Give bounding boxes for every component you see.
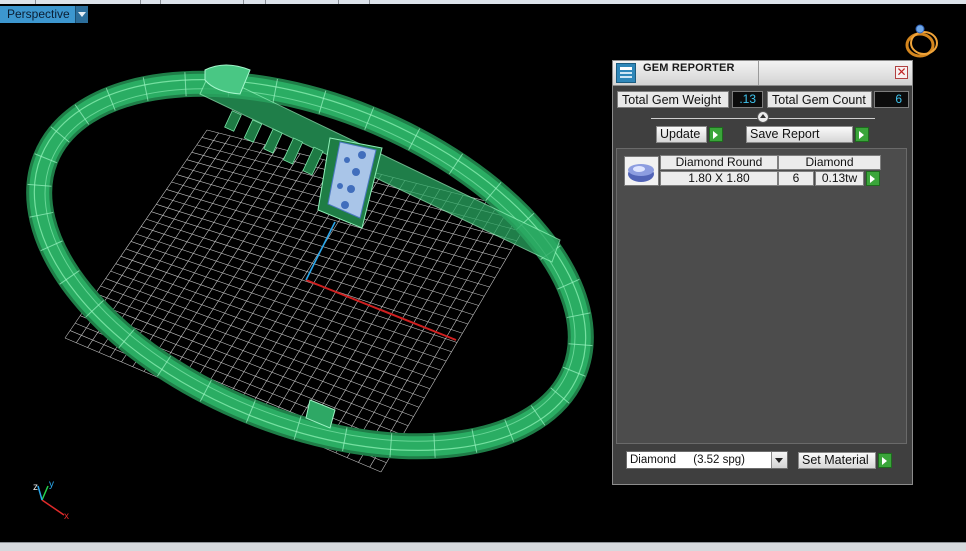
total-gem-weight-label: Total Gem Weight	[617, 91, 729, 108]
material-select-spg: (3.52 spg)	[693, 454, 746, 466]
viewport-label[interactable]: Perspective	[0, 6, 76, 23]
set-material-button[interactable]: Set Material	[798, 452, 876, 469]
close-icon[interactable]: ✕	[895, 66, 908, 79]
gem-reporter-logo-icon	[616, 63, 636, 83]
gem-shape-cell: Diamond Round	[660, 155, 778, 170]
z-axis-line	[305, 221, 336, 281]
gem-size-cell: 1.80 X 1.80	[660, 171, 778, 186]
total-gem-weight-value: .13	[732, 91, 763, 108]
gem-weight-cell: 0.13tw	[815, 171, 864, 186]
save-report-button[interactable]: Save Report	[746, 126, 853, 143]
axis-triad: x y z	[33, 479, 69, 522]
panel-titlebar[interactable]: GEM REPORTER ✕	[613, 61, 912, 86]
material-select-value: Diamond	[630, 454, 677, 466]
ring-icon[interactable]	[900, 20, 942, 62]
panel-title: GEM REPORTER	[643, 62, 735, 74]
gem-list: Diamond Round Diamond 1.80 X 1.80 6 0.13…	[616, 148, 907, 444]
chevron-down-icon[interactable]	[771, 452, 787, 468]
x-axis-label: x	[64, 511, 69, 522]
gem-material-cell: Diamond	[778, 155, 881, 170]
update-button[interactable]: Update	[656, 126, 707, 143]
panel-collapse-chevron-up-icon[interactable]	[757, 111, 769, 123]
material-select[interactable]: Diamond (3.52 spg)	[626, 451, 788, 469]
set-material-go-arrow-icon[interactable]	[878, 453, 892, 468]
title-divider	[758, 61, 759, 85]
total-gem-count-value: 6	[874, 91, 909, 108]
gem-row-go-arrow-icon[interactable]	[866, 171, 880, 186]
save-report-go-arrow-icon[interactable]	[855, 127, 869, 142]
y-axis-label: y	[49, 479, 54, 490]
viewport-menu-chevron-icon[interactable]	[75, 6, 88, 23]
update-go-arrow-icon[interactable]	[709, 127, 723, 142]
gem-reporter-panel: GEM REPORTER ✕ Total Gem Weight .13 Tota…	[612, 60, 913, 485]
bangle-model[interactable]	[0, 6, 640, 524]
diamond-round-icon	[624, 156, 659, 186]
gem-count-cell: 6	[778, 171, 814, 186]
total-gem-count-label: Total Gem Count	[767, 91, 872, 108]
z-axis-label: z	[33, 482, 38, 493]
